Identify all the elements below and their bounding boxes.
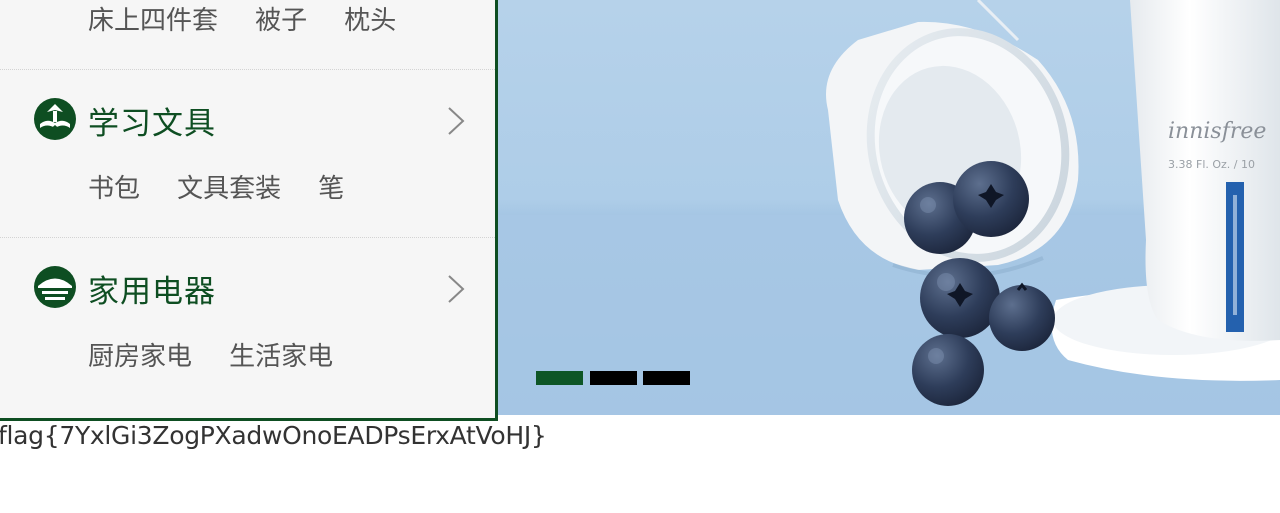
banner-image: innisfree 3.38 Fl. Oz. / 10	[498, 0, 1280, 415]
sub-links: 书包 文具套装 笔	[88, 168, 376, 205]
appliance-icon	[34, 266, 76, 308]
sub-link-home-appliances[interactable]: 生活家电	[229, 336, 333, 373]
category-partial-top: 床上四件套 被子 枕头	[0, 0, 495, 70]
category-title[interactable]: 家用电器	[88, 266, 216, 311]
svg-text:3.38 Fl. Oz. / 10: 3.38 Fl. Oz. / 10	[1168, 158, 1255, 171]
chevron-right-icon[interactable]	[447, 106, 465, 136]
chevron-right-icon[interactable]	[447, 274, 465, 304]
category-header[interactable]: 家用电器	[0, 262, 495, 310]
page: 床上四件套 被子 枕头 学习文具 书包 文具套装 笔 家用电器 厨房家电 生活家…	[0, 0, 1280, 513]
sub-link-schoolbag[interactable]: 书包	[88, 168, 140, 205]
category-title[interactable]: 学习文具	[88, 98, 216, 143]
sub-links: 床上四件套 被子 枕头	[88, 0, 428, 37]
sub-link-bedding-set[interactable]: 床上四件套	[88, 0, 218, 37]
carousel-dot-3[interactable]	[643, 371, 690, 385]
sub-link-pillow[interactable]: 枕头	[344, 0, 396, 37]
sub-link-pen[interactable]: 笔	[318, 168, 344, 205]
stationery-icon	[34, 98, 76, 140]
category-appliances[interactable]: 家用电器 厨房家电 生活家电	[0, 238, 495, 406]
category-header[interactable]: 学习文具	[0, 94, 495, 142]
carousel-dot-1[interactable]	[536, 371, 583, 385]
sub-links: 厨房家电 生活家电	[88, 336, 365, 373]
category-stationery[interactable]: 学习文具 书包 文具套装 笔	[0, 70, 495, 238]
sub-link-stationery-set[interactable]: 文具套装	[177, 168, 281, 205]
category-menu: 床上四件套 被子 枕头 学习文具 书包 文具套装 笔 家用电器 厨房家电 生活家…	[0, 0, 498, 421]
sub-link-quilt[interactable]: 被子	[255, 0, 307, 37]
carousel-dot-2[interactable]	[590, 371, 637, 385]
flag-text: flag{7YxlGi3ZogPXadwOnoEADPsErxAtVoHJ}	[0, 421, 547, 450]
product-brand-text: innisfree	[1168, 119, 1266, 144]
sub-link-kitchen-appliances[interactable]: 厨房家电	[88, 336, 192, 373]
banner-carousel[interactable]: innisfree 3.38 Fl. Oz. / 10	[498, 0, 1280, 415]
